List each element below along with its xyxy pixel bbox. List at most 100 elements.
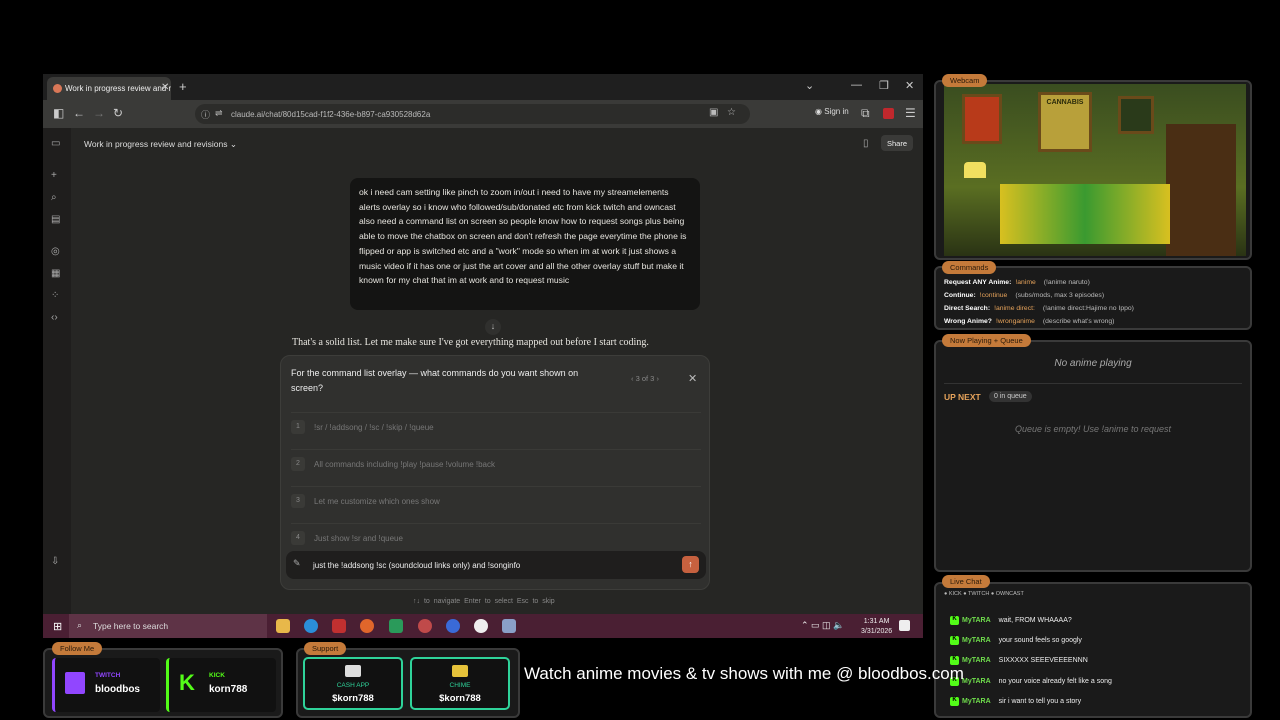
- forward-icon[interactable]: →: [93, 106, 105, 120]
- close-icon[interactable]: ✕: [688, 372, 697, 385]
- app-icon[interactable]: [418, 619, 432, 633]
- cashapp-user: $korn788: [332, 693, 374, 704]
- extensions-icon[interactable]: ⧉: [861, 106, 870, 121]
- arrow-up-icon: ↑: [688, 559, 693, 569]
- kick-icon: K: [950, 636, 959, 645]
- share-button[interactable]: Share: [881, 135, 913, 151]
- chat-message: K MyTARA sir i want to tell you a story: [950, 697, 1081, 706]
- browser-window: Work in progress review and re ✕ + ⌄ — ❐…: [43, 74, 923, 614]
- minimize-icon[interactable]: —: [851, 79, 862, 91]
- close-window-icon[interactable]: ✕: [905, 79, 914, 92]
- windows-taskbar: ⊞ ⌕ Type here to search ⌃ ▭ ◫ 🔈 1:31 AM 3…: [43, 614, 923, 638]
- option-item[interactable]: 2 All commands including !play !pause !vo…: [291, 449, 701, 479]
- claude-favicon-icon: [53, 84, 62, 93]
- queue-empty-text: Queue is empty! Use !anime to request: [1014, 424, 1172, 434]
- scroll-down-icon[interactable]: ↓: [485, 319, 501, 335]
- taskbar-search[interactable]: ⌕ Type here to search: [69, 614, 267, 638]
- now-playing-label: Now Playing + Queue: [942, 334, 1031, 347]
- option-label: Let me customize which ones show: [314, 497, 440, 506]
- windows-start-icon[interactable]: ⊞: [53, 620, 62, 633]
- cannabis-poster: CANNABIS: [1038, 92, 1092, 152]
- kick-icon: K: [950, 697, 959, 706]
- question-pager-text: 3 of 3: [635, 374, 655, 383]
- chat-user: MyTARA: [962, 678, 991, 685]
- chevron-down-icon: ⌄: [229, 139, 237, 149]
- browser-tab[interactable]: Work in progress review and re ✕: [47, 77, 171, 100]
- close-tab-icon[interactable]: ✕: [161, 82, 169, 93]
- command-desc: (describe what's wrong): [1042, 318, 1115, 325]
- question-text: For the command list overlay — what comm…: [291, 368, 579, 393]
- tab-search-icon[interactable]: ⌄: [805, 79, 814, 92]
- document-icon[interactable]: ▯: [863, 138, 869, 149]
- up-next-heading: UP NEXT: [944, 392, 981, 402]
- clock-time: 1:31 AM: [863, 618, 890, 625]
- user-message: ok i need cam setting like pinch to zoom…: [350, 178, 700, 310]
- file-explorer-icon[interactable]: [276, 619, 290, 633]
- command-row: Direct Search: !anime direct: (!anime dire…: [944, 305, 1134, 312]
- bed: [1000, 184, 1170, 244]
- option-label: !sr / !addsong / !sc / !skip / !queue: [314, 423, 434, 432]
- chat-title[interactable]: Work in progress review and revisions ⌄: [84, 139, 237, 150]
- tray-icons[interactable]: ⌃ ▭ ◫ 🔈: [801, 620, 844, 631]
- app-icon[interactable]: [474, 619, 488, 633]
- search-icon[interactable]: ⌕: [51, 192, 57, 203]
- new-chat-icon[interactable]: +: [51, 170, 57, 181]
- question-pager[interactable]: ‹ 3 of 3 ›: [631, 374, 659, 383]
- commands-label: Commands: [942, 261, 997, 274]
- apps-icon[interactable]: ⁘: [51, 290, 59, 301]
- chats-icon[interactable]: ▤: [51, 214, 60, 225]
- command-row: Request ANY Anime: !anime (!anime naruto): [944, 279, 1090, 286]
- new-tab-icon[interactable]: +: [179, 79, 187, 94]
- back-icon[interactable]: ←: [73, 106, 85, 120]
- notification-icon[interactable]: [899, 620, 910, 631]
- send-button[interactable]: ↑: [682, 556, 699, 573]
- option-label: All commands including !play !pause !vol…: [314, 460, 495, 469]
- chat-text: SIXXXXX SEEEVEEEENNN: [998, 657, 1088, 664]
- chat-message: K MyTARA wait, FROM WHAAAA?: [950, 616, 1072, 625]
- card-icon: [452, 665, 468, 677]
- restore-icon[interactable]: ❐: [879, 79, 889, 92]
- kick-user: korn788: [209, 684, 248, 695]
- projects-icon[interactable]: ◎: [51, 246, 60, 257]
- site-info-icon[interactable]: ⓘ: [201, 108, 210, 121]
- edge-icon[interactable]: [304, 619, 318, 633]
- answer-input-text: just the !addsong !sc (soundcloud links …: [313, 561, 521, 570]
- divider: [944, 383, 1242, 384]
- tune-icon[interactable]: ⇌: [215, 108, 223, 119]
- artifacts-icon[interactable]: ▦: [51, 268, 60, 279]
- option-item[interactable]: 3 Let me customize which ones show: [291, 486, 701, 516]
- option-item[interactable]: 4 Just show !sr and !queue: [291, 523, 701, 553]
- sign-in-button[interactable]: ◉ Sign in: [815, 107, 849, 116]
- command-name: Continue:: [944, 292, 976, 299]
- kick-icon: K: [950, 616, 959, 625]
- queue-count-badge: 0 in queue: [989, 391, 1032, 402]
- webcam-image: CANNABIS: [944, 84, 1246, 256]
- app-icon[interactable]: [446, 619, 460, 633]
- download-icon[interactable]: ⇩: [51, 556, 59, 567]
- twitch-card: TWITCH bloodbos: [52, 658, 160, 712]
- chat-user: MyTARA: [962, 698, 991, 705]
- url-input[interactable]: ⓘ ⇌ claude.ai/chat/80d15cad-f1f2-436e-b8…: [195, 104, 750, 124]
- bookmark-star-icon[interactable]: ☆: [727, 107, 736, 118]
- command-row: Continue: !continue (subs/mods, max 3 epis…: [944, 292, 1104, 299]
- reader-icon[interactable]: ▣: [709, 107, 718, 118]
- chat-sources: ● KICK ● TWITCH ● OWNCAST: [944, 591, 1024, 597]
- firefox-icon[interactable]: [360, 619, 374, 633]
- app-icon[interactable]: [389, 619, 403, 633]
- command-name: Request ANY Anime:: [944, 279, 1012, 286]
- taskbar-clock[interactable]: 1:31 AM 3/31/2026: [861, 617, 892, 637]
- answer-input[interactable]: ✎ just the !addsong !sc (soundcloud link…: [286, 551, 706, 579]
- option-label: Just show !sr and !queue: [314, 534, 403, 543]
- extension-badge-icon[interactable]: [883, 108, 894, 119]
- address-bar: ◧ ← → ↻ ⓘ ⇌ claude.ai/chat/80d15cad-f1f2…: [43, 100, 923, 128]
- sidebar-toggle-icon[interactable]: ◧: [53, 106, 64, 120]
- profile-icon: ◉: [815, 107, 825, 116]
- app-icon[interactable]: [332, 619, 346, 633]
- reload-icon[interactable]: ↻: [113, 106, 123, 120]
- option-item[interactable]: 1 !sr / !addsong / !sc / !skip / !queue: [291, 412, 701, 442]
- chat-text: wait, FROM WHAAAA?: [998, 617, 1072, 624]
- sidebar-panel-icon[interactable]: ▭: [51, 138, 60, 149]
- code-icon[interactable]: ‹›: [51, 312, 58, 323]
- menu-icon[interactable]: ☰: [905, 106, 916, 120]
- app-icon[interactable]: [502, 619, 516, 633]
